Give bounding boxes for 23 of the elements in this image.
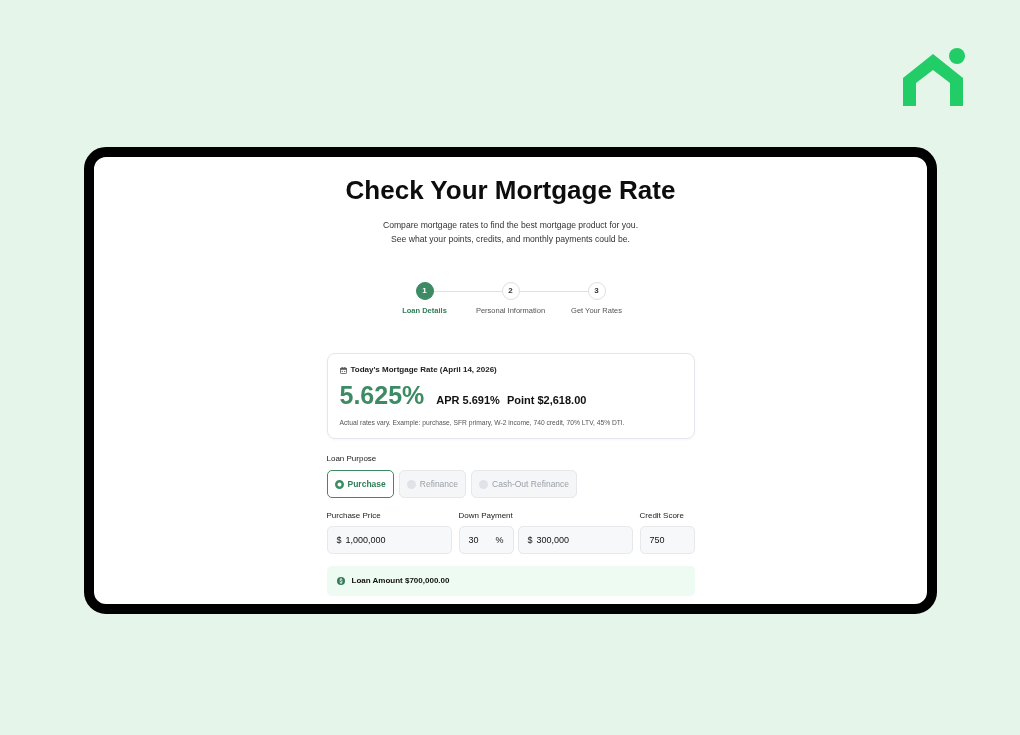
step-number: 2: [501, 282, 520, 300]
step-number: 3: [587, 282, 606, 300]
rate-value: 5.625%: [339, 381, 425, 409]
radio-option[interactable]: Purchase: [326, 470, 394, 498]
loan-amount-text: Loan Amount $700,000.00: [351, 576, 450, 586]
house-logo-icon: [903, 48, 965, 106]
input-field[interactable]: $ 300,000: [517, 526, 633, 554]
input-field[interactable]: $ 1,000,000: [326, 526, 452, 554]
input-field[interactable]: 750: [639, 526, 695, 554]
point-text: Point $2,618.00: [506, 393, 587, 407]
rate-heading: Today's Mortgage Rate (April 14, 2026): [350, 365, 497, 375]
field-label: Down Payment: [458, 511, 513, 521]
step-number: 1: [415, 282, 434, 300]
apr-text: APR 5.691%: [436, 393, 500, 407]
page-title: Check Your Mortgage Rate: [345, 174, 676, 206]
subtitle-text: Compare mortgage rates to find the best mortgage product for you. See what your points, credits, and monthly payments could be.: [382, 219, 639, 246]
field-label: Loan Purpose: [326, 454, 377, 464]
input-field[interactable]: 30 %: [458, 526, 514, 554]
radio-icon: [334, 479, 344, 489]
dollar-icon: [336, 577, 345, 585]
field-label: Purchase Price: [326, 511, 381, 521]
field-label: Credit Score: [639, 511, 684, 521]
calendar-icon: [339, 366, 347, 374]
